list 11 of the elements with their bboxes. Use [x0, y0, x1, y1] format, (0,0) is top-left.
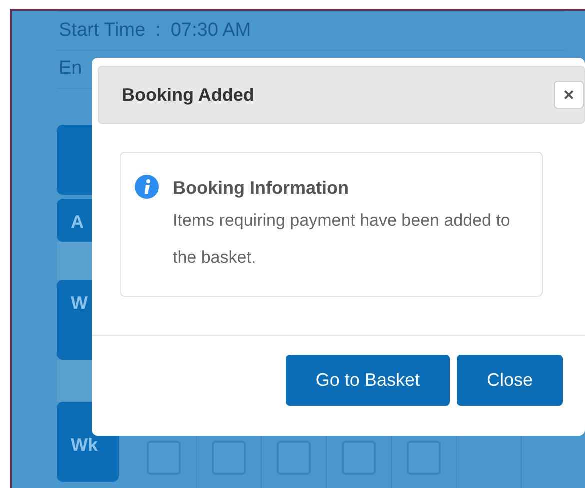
dialog-title: Booking Added [122, 84, 254, 107]
info-title: Booking Information [173, 177, 350, 200]
info-message: Items requiring payment have been added to the basket. [173, 210, 512, 269]
close-dialog-button[interactable]: Close [456, 355, 563, 406]
go-to-basket-button[interactable]: Go to Basket [286, 355, 450, 406]
field-label: Start Time [59, 18, 146, 43]
field-value: 07:30 AM [170, 18, 252, 43]
separator: : [156, 18, 161, 43]
info-icon [135, 175, 159, 199]
field-label: En [59, 57, 82, 82]
close-button[interactable]: × [554, 81, 584, 109]
